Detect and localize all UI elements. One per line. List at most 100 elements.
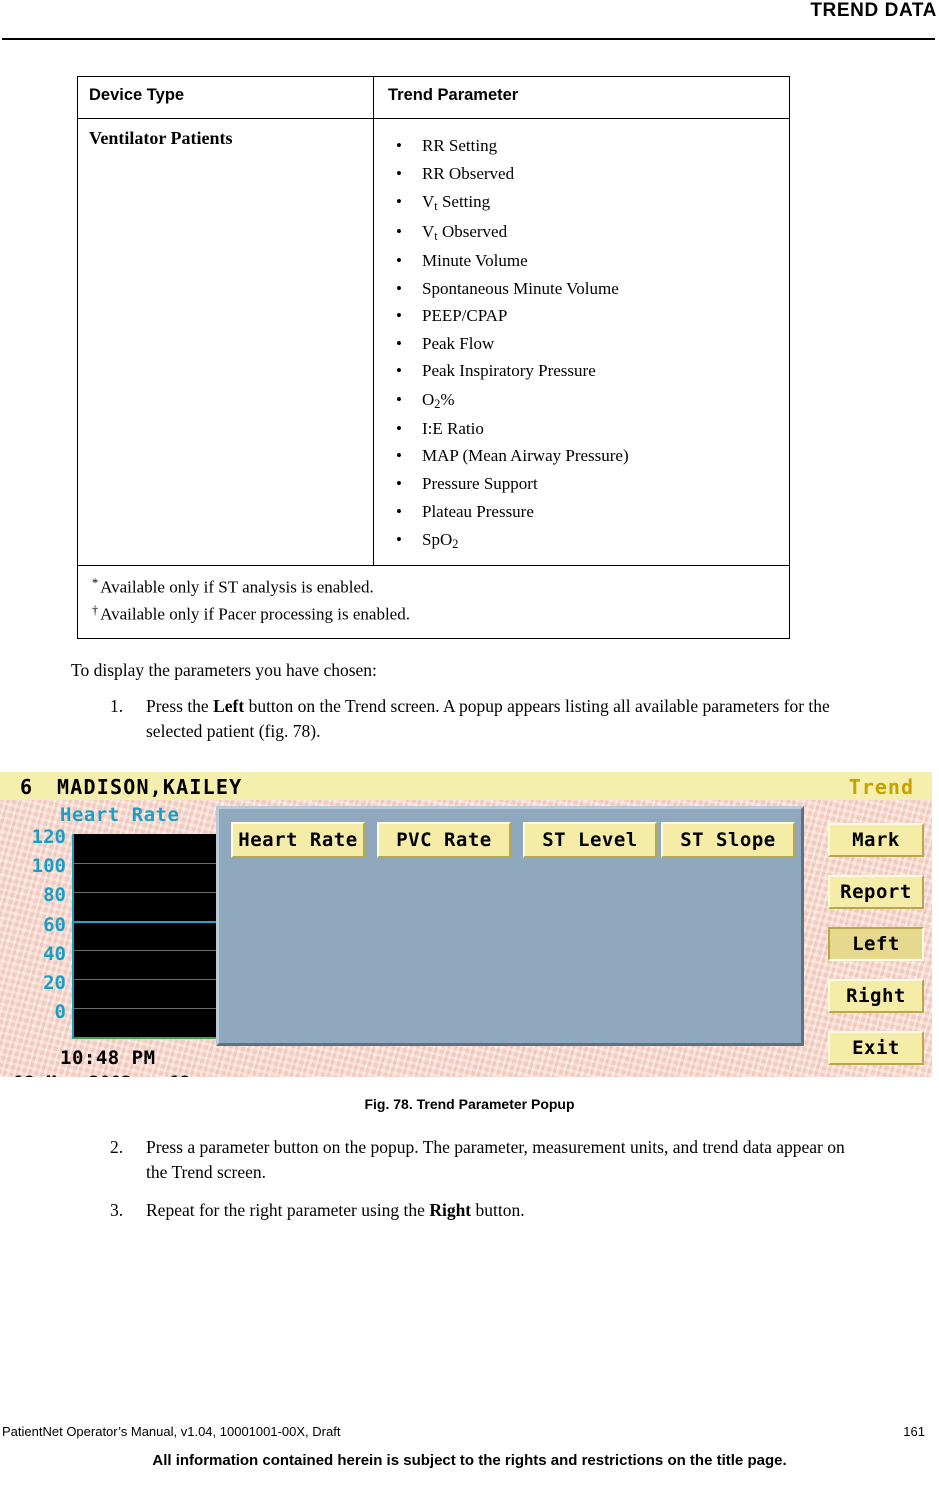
- gridline: [74, 950, 219, 951]
- trend-trace-line: [74, 921, 219, 923]
- bullet-icon: •: [396, 278, 402, 298]
- header-divider: [2, 38, 935, 40]
- popup-button-st-slope[interactable]: ST Slope: [661, 822, 795, 858]
- bullet-icon: •: [396, 361, 402, 381]
- menu-button-report[interactable]: Report: [828, 875, 924, 909]
- table-cell-trend-parameter: • RR Setting • RR Observed • Vt Setting • Vt Ob…: [374, 119, 789, 565]
- menu-button-right[interactable]: Right: [828, 979, 924, 1013]
- step-emphasis: Right: [429, 1199, 472, 1220]
- popup-button-pvc-rate[interactable]: PVC Rate: [377, 822, 511, 858]
- footnote-marker: †: [92, 603, 99, 617]
- graph-y-axis: 120 100 80 60 40 20 0: [8, 827, 66, 1031]
- graph-current-time: 10:48 PM: [60, 1047, 156, 1069]
- bullet-icon: •: [396, 474, 402, 494]
- parameter-label: PEEP/CPAP: [422, 306, 508, 326]
- gridline: [74, 979, 219, 980]
- bullet-icon: •: [396, 306, 402, 326]
- bullet-icon: •: [396, 418, 402, 438]
- footnote: † Available only if Pacer processing is e…: [92, 601, 789, 628]
- parameter-label: Minute Volume: [422, 251, 528, 271]
- screen-mode-label: Trend: [848, 775, 914, 799]
- y-axis-tick-label: 60: [43, 913, 66, 936]
- gridline: [74, 1008, 219, 1009]
- parameter-list-item: • Minute Volume: [388, 247, 789, 275]
- footer-manual-info: PatientNet Operator’s Manual, v1.04, 100…: [2, 1424, 341, 1439]
- parameter-label-cont: Observed: [437, 222, 508, 242]
- procedure-steps-rest: 2. Press a parameter button on the popup.…: [110, 1135, 870, 1236]
- lead-paragraph: To display the parameters you have chose…: [71, 660, 377, 680]
- y-axis-tick-label: 0: [54, 1001, 66, 1024]
- menu-button-exit[interactable]: Exit: [828, 1031, 924, 1065]
- parameter-list-item: • PEEP/CPAP: [388, 302, 789, 330]
- graph-time-right: 12: [170, 1073, 190, 1077]
- parameter-list-item: • RR Observed: [388, 160, 789, 188]
- parameter-list-item: • Vt Observed: [388, 217, 789, 247]
- parameter-list-item: • I:E Ratio: [388, 415, 789, 443]
- parameter-list: • RR Setting • RR Observed • Vt Setting • Vt Ob…: [388, 132, 789, 565]
- column-header-label: Device Type: [89, 86, 185, 104]
- gridline: [74, 892, 219, 893]
- menu-button-mark[interactable]: Mark: [828, 823, 924, 857]
- patient-name: MADISON,KAILEY: [57, 775, 243, 799]
- graph-date: 12-May-2002: [14, 1073, 132, 1077]
- parameter-label: RR Setting: [422, 136, 498, 155]
- parameter-label: RR Observed: [422, 163, 515, 183]
- parameter-list-item: • RR Setting: [388, 132, 789, 160]
- popup-button-heart-rate[interactable]: Heart Rate: [231, 822, 365, 858]
- parameter-list-item: • O2%: [388, 385, 789, 415]
- table-footnotes: * Available only if ST analysis is enable…: [78, 565, 789, 638]
- trend-screen-figure: 6 MADISON,KAILEY Trend PVC R Heart Rate …: [0, 772, 932, 1077]
- gridline: [74, 863, 219, 864]
- y-axis-tick-label: 20: [43, 971, 66, 994]
- step-number: 3.: [110, 1199, 124, 1220]
- graph-parameter-label: Heart Rate: [60, 804, 180, 826]
- footnote-text: Available only if ST analysis is enabled…: [100, 577, 374, 597]
- footer-page-number: 161: [903, 1424, 925, 1439]
- bullet-icon: •: [396, 163, 402, 183]
- parameter-list-item: • Vt Setting: [388, 187, 789, 217]
- parameter-label: V: [422, 222, 435, 242]
- procedure-steps-first: 1. Press the Left button on the Trend scr…: [110, 694, 870, 757]
- bullet-icon: •: [396, 501, 402, 521]
- trend-parameter-popup: Heart Rate PVC Rate ST Level ST Slope: [216, 806, 804, 1046]
- parameter-list-item: • Peak Flow: [388, 330, 789, 358]
- footer-legal-notice: All information contained herein is subj…: [152, 1452, 787, 1469]
- step-text: Press the: [146, 696, 214, 716]
- bullet-icon: •: [396, 192, 402, 212]
- footnote-marker: *: [92, 576, 99, 591]
- parameter-subscript: 2: [452, 537, 459, 552]
- step-emphasis: Left: [213, 696, 245, 716]
- column-header-label: Trend Parameter: [388, 86, 519, 104]
- bullet-icon: •: [396, 389, 402, 409]
- step-text: Repeat for the right parameter using the: [146, 1199, 430, 1220]
- procedure-step: 1. Press the Left button on the Trend scr…: [110, 694, 870, 744]
- trend-plot-area: [72, 834, 219, 1039]
- bullet-icon: •: [396, 251, 402, 271]
- step-text: Press a parameter button on the popup. T…: [146, 1137, 845, 1182]
- step-number: 2.: [110, 1137, 124, 1157]
- menu-button-left[interactable]: Left: [828, 927, 924, 961]
- table-row: Ventilator Patients • RR Setting • RR Obser…: [78, 119, 789, 566]
- y-axis-tick-label: 80: [43, 884, 66, 907]
- procedure-step: 3. Repeat for the right parameter using t…: [110, 1198, 870, 1223]
- zero-baseline: [74, 1037, 219, 1039]
- parameter-label-cont: %: [440, 389, 455, 409]
- footnote-text: Available only if Pacer processing is en…: [100, 604, 410, 624]
- bullet-icon: •: [396, 222, 402, 242]
- page-header-title: TREND DATA: [810, 0, 937, 21]
- procedure-step: 2. Press a parameter button on the popup.…: [110, 1135, 870, 1185]
- popup-button-st-level[interactable]: ST Level: [523, 822, 657, 858]
- parameter-list-item: • Peak Inspiratory Pressure: [388, 357, 789, 385]
- bed-number: 6: [20, 775, 34, 799]
- table-cell-device-type: Ventilator Patients: [78, 119, 374, 566]
- device-type-label: Ventilator Patients: [89, 128, 233, 148]
- parameter-list-item: • MAP (Mean Airway Pressure): [388, 442, 789, 470]
- device-title-bar: 6 MADISON,KAILEY Trend: [0, 772, 932, 800]
- bullet-icon: •: [396, 333, 402, 353]
- parameter-list-item: • SpO2: [388, 525, 789, 555]
- step-text-cont: button.: [471, 1199, 525, 1220]
- bullet-icon: •: [396, 530, 402, 550]
- figure-caption: Fig. 78. Trend Parameter Popup: [364, 1096, 575, 1112]
- parameter-list-item: • Spontaneous Minute Volume: [388, 275, 789, 303]
- parameter-list-item: • Plateau Pressure: [388, 498, 789, 526]
